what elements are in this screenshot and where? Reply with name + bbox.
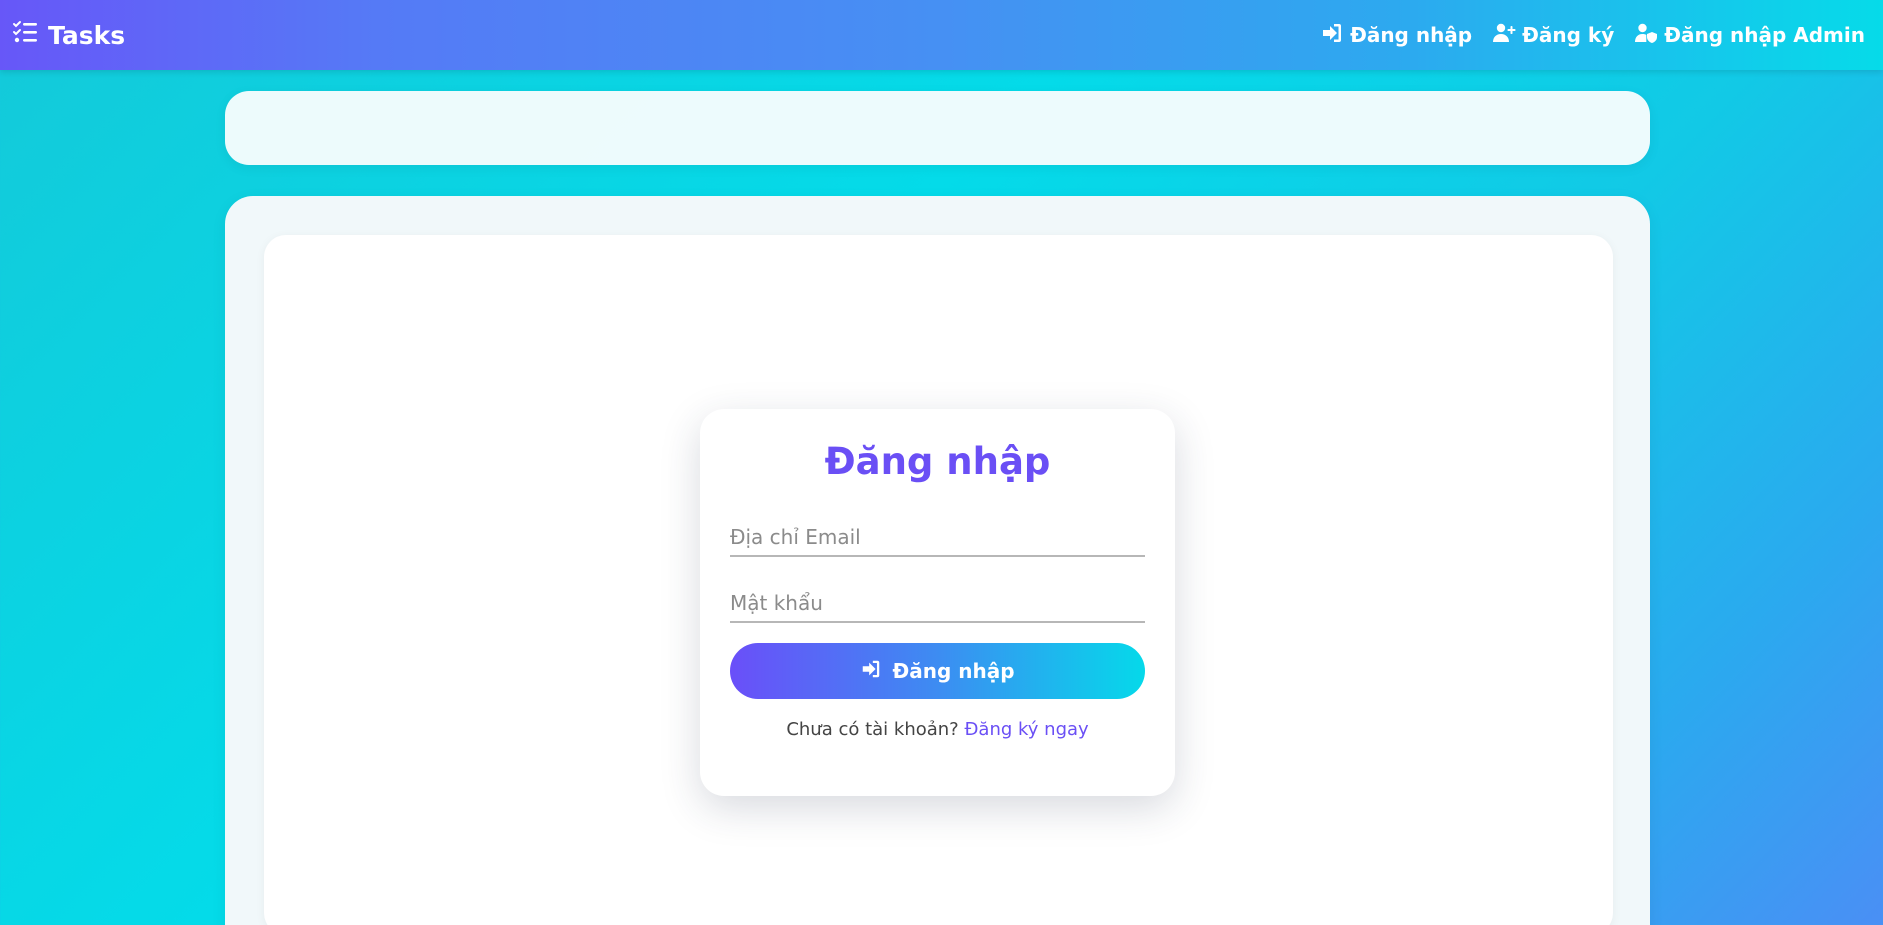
brand-link[interactable]: Tasks bbox=[12, 19, 125, 51]
password-field-wrapper bbox=[730, 585, 1145, 623]
navbar: Tasks Đăng nhập Đăng ký Đăng nhập Admin bbox=[0, 0, 1883, 70]
nav-login-link[interactable]: Đăng nhập bbox=[1320, 21, 1472, 50]
nav-links: Đăng nhập Đăng ký Đăng nhập Admin bbox=[1320, 21, 1865, 50]
login-form: Đăng nhập Đăng nhập Chưa có tài khoản? Đ… bbox=[700, 409, 1175, 796]
brand-label: Tasks bbox=[48, 20, 126, 50]
nav-admin-login-label: Đăng nhập Admin bbox=[1664, 23, 1865, 47]
list-check-icon bbox=[12, 19, 38, 51]
login-submit-button[interactable]: Đăng nhập bbox=[730, 643, 1145, 699]
login-submit-label: Đăng nhập bbox=[892, 659, 1015, 683]
login-title: Đăng nhập bbox=[824, 440, 1051, 483]
sign-in-icon bbox=[860, 658, 882, 685]
user-shield-icon bbox=[1634, 21, 1658, 50]
signup-prompt-text: Chưa có tài khoản? bbox=[786, 719, 959, 740]
email-input[interactable] bbox=[730, 519, 1145, 555]
nav-register-label: Đăng ký bbox=[1522, 23, 1615, 47]
email-field-wrapper bbox=[730, 519, 1145, 557]
user-plus-icon bbox=[1492, 21, 1516, 50]
nav-login-label: Đăng nhập bbox=[1350, 23, 1473, 47]
nav-register-link[interactable]: Đăng ký bbox=[1492, 21, 1614, 50]
nav-admin-login-link[interactable]: Đăng nhập Admin bbox=[1634, 21, 1865, 50]
signup-prompt-line: Chưa có tài khoản? Đăng ký ngay bbox=[730, 719, 1145, 740]
password-input[interactable] bbox=[730, 585, 1145, 621]
top-banner-card bbox=[225, 91, 1650, 165]
sign-in-icon bbox=[1320, 21, 1344, 50]
signup-link[interactable]: Đăng ký ngay bbox=[964, 719, 1088, 740]
